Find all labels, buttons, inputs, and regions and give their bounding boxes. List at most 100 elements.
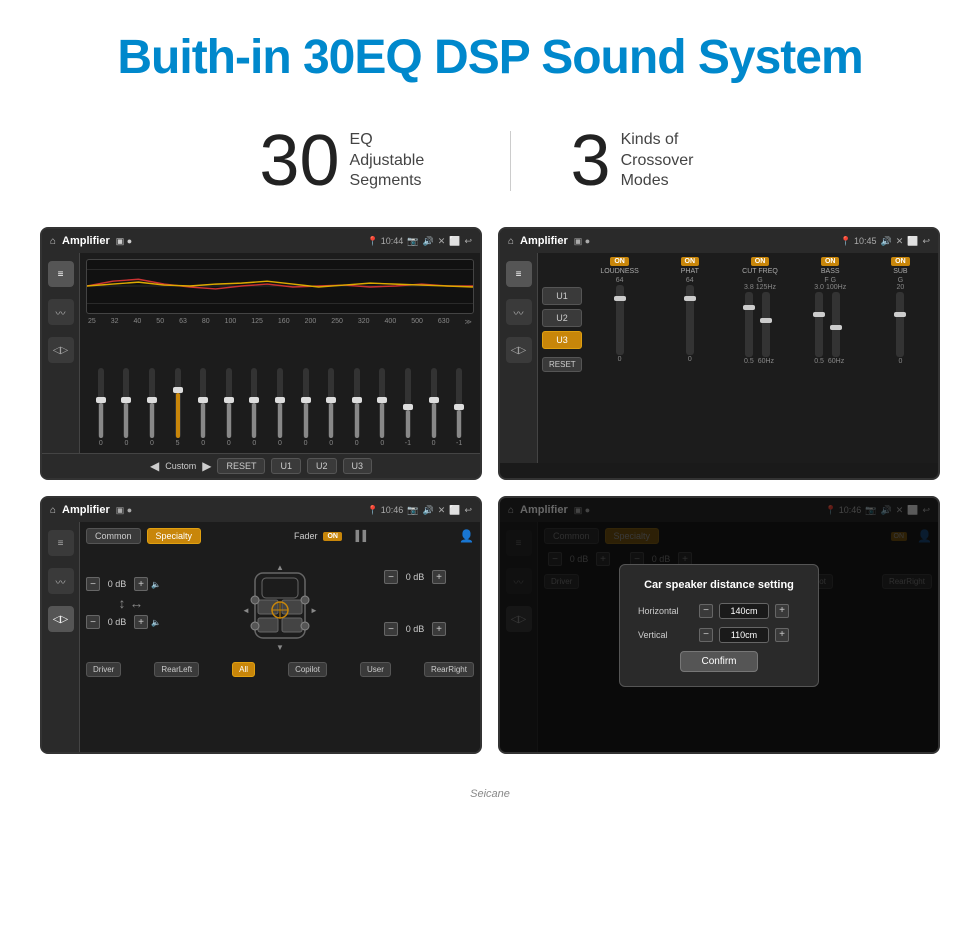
dsp-on-sub[interactable]: ON — [891, 257, 910, 266]
dsp-preset-u1[interactable]: U1 — [542, 287, 582, 305]
dsp-name-cutfreq: CUT FREQ — [742, 268, 778, 275]
topbar-x-2[interactable]: ✕ — [896, 236, 904, 247]
fader-on-badge[interactable]: ON — [323, 532, 342, 541]
btn-user[interactable]: User — [360, 662, 391, 677]
fader-label: Fader — [294, 531, 318, 541]
screen-balance: ⌂ Amplifier ▣ ● 📍 10:46 📷 🔊 ✕ ⬜ ↩ ≡ 〰 ◁▷ — [40, 496, 482, 754]
topbar-title-2: Amplifier — [520, 235, 568, 247]
eq-u2-btn[interactable]: U2 — [307, 458, 337, 474]
dsp-preset-u3[interactable]: U3 — [542, 331, 582, 349]
dsp-channel-phat: ON PHAT 64 0 — [656, 257, 723, 459]
eq-slider-3[interactable]: 5 — [165, 368, 191, 447]
topbar-title-1: Amplifier — [62, 235, 110, 247]
db-plus-rr[interactable]: + — [432, 622, 446, 636]
eq-u3-btn[interactable]: U3 — [343, 458, 373, 474]
dsp-preset-u2[interactable]: U2 — [542, 309, 582, 327]
dialog-label-horizontal: Horizontal — [638, 606, 693, 616]
sidebar-vol-1[interactable]: ◁▷ — [48, 337, 74, 363]
profile-icon[interactable]: 👤 — [459, 529, 474, 543]
sidebar-eq-2[interactable]: ≡ — [506, 261, 532, 287]
eq-slider-5[interactable]: 0 — [216, 368, 242, 447]
sidebar-wave-2[interactable]: 〰 — [506, 299, 532, 325]
eq-prev-arrow[interactable]: ◀ — [150, 459, 159, 473]
stat-eq-label: EQ AdjustableSegments — [350, 130, 450, 192]
btn-all[interactable]: All — [232, 662, 255, 677]
screen-equalizer: ⌂ Amplifier ▣ ● 📍 10:44 📷 🔊 ✕ ⬜ ↩ ≡ 〰 ◁▷ — [40, 227, 482, 480]
eq-slider-14[interactable]: -1 — [446, 368, 472, 447]
stats-row: 30 EQ AdjustableSegments 3 Kinds ofCross… — [0, 105, 980, 227]
eq-slider-13[interactable]: 0 — [421, 368, 447, 447]
db-control-fr: − 0 dB + — [384, 570, 474, 584]
eq-next-arrow[interactable]: ▶ — [202, 459, 211, 473]
eq-u1-btn[interactable]: U1 — [271, 458, 301, 474]
btn-rearleft[interactable]: RearLeft — [154, 662, 199, 677]
topbar-home-1[interactable]: ⌂ — [50, 236, 56, 247]
dsp-name-phat: PHAT — [681, 268, 699, 275]
eq-slider-1[interactable]: 0 — [114, 368, 140, 447]
confirm-button[interactable]: Confirm — [680, 651, 757, 672]
page-title: Buith-in 30EQ DSP Sound System — [20, 30, 960, 85]
topbar-sq-2[interactable]: ⬜ — [907, 236, 918, 247]
sidebar-wave-1[interactable]: 〰 — [48, 299, 74, 325]
dsp-on-loudness[interactable]: ON — [610, 257, 629, 266]
eq-slider-4[interactable]: 0 — [190, 368, 216, 447]
speaker-rl: 🔈 — [151, 618, 161, 627]
sidebar-vol-2[interactable]: ◁▷ — [506, 337, 532, 363]
balance-tab-common[interactable]: Common — [86, 528, 141, 544]
eq-slider-11[interactable]: 0 — [370, 368, 396, 447]
db-minus-rr[interactable]: − — [384, 622, 398, 636]
topbar-home-3[interactable]: ⌂ — [50, 505, 56, 516]
svg-text:◄: ◄ — [242, 606, 250, 615]
eq-slider-10[interactable]: 0 — [344, 368, 370, 447]
topbar-x-3[interactable]: ✕ — [438, 505, 446, 516]
db-minus-fr[interactable]: − — [384, 570, 398, 584]
dsp-reset-btn[interactable]: RESET — [542, 357, 582, 372]
sidebar-eq-1[interactable]: ≡ — [48, 261, 74, 287]
dsp-on-bass[interactable]: ON — [821, 257, 840, 266]
topbar-back-2[interactable]: ↩ — [922, 236, 930, 247]
topbar-gps-2: 📍 10:45 — [840, 236, 876, 247]
db-plus-fl[interactable]: + — [134, 577, 148, 591]
topbar-sq-1[interactable]: ⬜ — [449, 236, 460, 247]
btn-driver[interactable]: Driver — [86, 662, 121, 677]
topbar-1: ⌂ Amplifier ▣ ● 📍 10:44 📷 🔊 ✕ ⬜ ↩ — [42, 229, 480, 253]
eq-reset-btn[interactable]: RESET — [217, 458, 265, 474]
eq-slider-2[interactable]: 0 — [139, 368, 165, 447]
eq-slider-7[interactable]: 0 — [267, 368, 293, 447]
sidebar-wave-3[interactable]: 〰 — [48, 568, 74, 594]
eq-slider-0[interactable]: 0 — [88, 368, 114, 447]
dialog-plus-h[interactable]: + — [775, 604, 789, 618]
dsp-channel-sub: ON SUB G 20 0 — [867, 257, 934, 459]
watermark-text: Seicane — [470, 788, 510, 800]
sidebar-eq-3[interactable]: ≡ — [48, 530, 74, 556]
topbar-home-2[interactable]: ⌂ — [508, 236, 514, 247]
eq-slider-12[interactable]: -1 — [395, 368, 421, 447]
topbar-back-3[interactable]: ↩ — [464, 505, 472, 516]
db-val-rl: 0 dB — [103, 617, 131, 627]
db-plus-fr[interactable]: + — [432, 570, 446, 584]
db-plus-rl[interactable]: + — [134, 615, 148, 629]
dsp-on-phat[interactable]: ON — [681, 257, 700, 266]
balance-tab-specialty[interactable]: Specialty — [147, 528, 202, 544]
dsp-on-cutfreq[interactable]: ON — [751, 257, 770, 266]
eq-slider-9[interactable]: 0 — [318, 368, 344, 447]
db-minus-fl[interactable]: − — [86, 577, 100, 591]
sidebar-vol-3[interactable]: ◁▷ — [48, 606, 74, 632]
topbar-back-1[interactable]: ↩ — [464, 236, 472, 247]
speaker-fl: 🔈 — [151, 580, 161, 589]
screen-distance: ⌂ Amplifier ▣ ● 📍 10:46 📷 🔊 ✕ ⬜ ↩ ≡ 〰 ◁▷ — [498, 496, 940, 754]
topbar-x-1[interactable]: ✕ — [438, 236, 446, 247]
stat-crossover-label: Kinds ofCrossover Modes — [621, 130, 721, 192]
dialog-minus-v[interactable]: − — [699, 628, 713, 642]
btn-rearright[interactable]: RearRight — [424, 662, 474, 677]
eq-bottom-bar: ◀ Custom ▶ RESET U1 U2 U3 — [42, 453, 480, 478]
eq-slider-6[interactable]: 0 — [242, 368, 268, 447]
topbar-sq-3[interactable]: ⬜ — [449, 505, 460, 516]
btn-copilot[interactable]: Copilot — [288, 662, 327, 677]
db-control-rl: − 0 dB + 🔈 — [86, 615, 176, 629]
spacer-right — [384, 588, 474, 618]
dialog-plus-v[interactable]: + — [775, 628, 789, 642]
dialog-minus-h[interactable]: − — [699, 604, 713, 618]
eq-slider-8[interactable]: 0 — [293, 368, 319, 447]
db-minus-rl[interactable]: − — [86, 615, 100, 629]
